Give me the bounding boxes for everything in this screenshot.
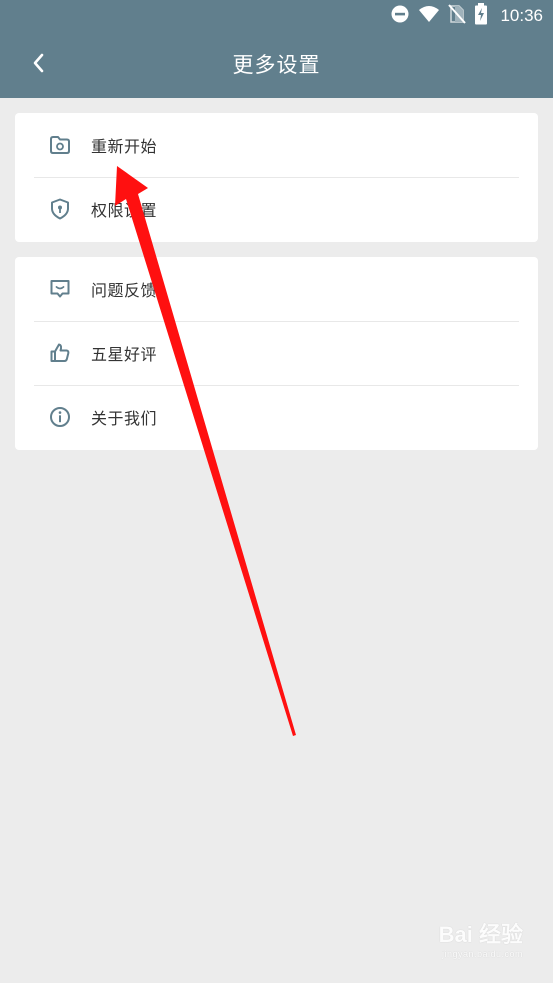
status-icons: 10:36 [390, 3, 543, 29]
menu-item-label: 关于我们 [91, 409, 158, 428]
menu-group-2: 问题反馈 五星好评 关于我们 [15, 257, 538, 450]
menu-item-rate[interactable]: 五星好评 [15, 321, 538, 385]
menu-item-label: 五星好评 [91, 345, 158, 364]
menu-item-feedback[interactable]: 问题反馈 [15, 257, 538, 321]
watermark-url: jingyan.baidu.com [441, 949, 523, 959]
page-title: 更多设置 [232, 53, 321, 77]
shield-key-icon [48, 197, 72, 221]
menu-item-label: 重新开始 [91, 137, 158, 156]
menu-item-label: 问题反馈 [91, 281, 158, 300]
status-bar: 10:36 [0, 0, 553, 32]
wifi-icon [418, 4, 440, 28]
feedback-icon [48, 277, 72, 301]
no-sim-icon [448, 4, 467, 28]
do-not-disturb-icon [390, 4, 410, 28]
menu-item-about[interactable]: 关于我们 [15, 385, 538, 449]
menu-group-1: 重新开始 权限设置 [15, 113, 538, 242]
battery-charging-icon [474, 3, 488, 29]
watermark-brand: Bai 经验 [438, 922, 523, 947]
baidu-jingyan-watermark: Bai 经验 jingyan.baidu.com [439, 917, 523, 959]
chevron-left-icon [31, 53, 47, 77]
menu-item-permissions[interactable]: 权限设置 [15, 177, 538, 241]
menu-item-restart[interactable]: 重新开始 [15, 113, 538, 177]
back-button[interactable] [22, 48, 56, 82]
folder-restart-icon [48, 133, 72, 157]
menu-item-label: 权限设置 [91, 201, 158, 220]
thumbs-up-icon [48, 341, 72, 365]
info-icon [48, 405, 72, 429]
status-time: 10:36 [500, 6, 543, 25]
app-bar: 更多设置 [0, 32, 553, 98]
